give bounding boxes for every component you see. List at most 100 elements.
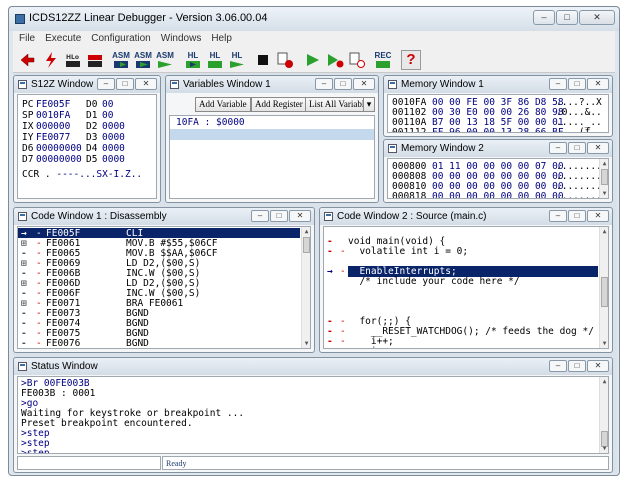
source-row[interactable]: /* include your code here */	[324, 276, 598, 287]
status-titlebar[interactable]: Status Window – □ ✕	[14, 358, 612, 375]
register-value[interactable]: 000000	[36, 121, 70, 132]
register-value[interactable]: 00000000	[36, 154, 82, 165]
scroll-up-icon[interactable]: ▲	[600, 377, 608, 386]
max-button[interactable]: □	[116, 78, 134, 90]
disassembly-row[interactable]: - - FE006B INC.W ($00,S)	[18, 268, 300, 279]
ccr-value[interactable]: ----...SX-I.Z..	[56, 169, 142, 180]
variables-titlebar[interactable]: Variables Window 1 – □ ✕	[166, 76, 378, 93]
scroll-thumb[interactable]	[303, 237, 310, 253]
min-button[interactable]: –	[251, 210, 269, 222]
disassembly-row[interactable]: - - FE0077 SWI	[18, 348, 300, 349]
register-value[interactable]: FE0077	[36, 132, 70, 143]
asm-step-over-icon[interactable]: ASM	[133, 50, 153, 70]
max-button[interactable]: □	[568, 142, 586, 154]
scroll-thumb[interactable]	[601, 169, 608, 185]
status-window[interactable]: Status Window – □ ✕ >Br 00FE003B FE003B : 0…	[13, 357, 613, 473]
hl-step-icon[interactable]: HL	[183, 50, 203, 70]
code1-scrollbar[interactable]: ▲ ▼	[301, 227, 310, 348]
close-button[interactable]: ✕	[587, 210, 609, 222]
halt-icon[interactable]: HLo	[63, 50, 83, 70]
run-breakpoint-icon[interactable]	[325, 50, 345, 70]
close-button[interactable]: ✕	[587, 142, 609, 154]
stop-square-icon[interactable]	[253, 50, 273, 70]
code1-titlebar[interactable]: Code Window 1 : Disassembly – □ ✕	[14, 208, 314, 225]
minimize-button[interactable]: –	[533, 10, 555, 25]
memory2-scrollbar[interactable]: ▲ ▼	[599, 159, 608, 198]
min-button[interactable]: –	[549, 142, 567, 154]
source-row[interactable]: - - i++;	[324, 336, 598, 347]
memory1-titlebar[interactable]: Memory Window 1 – □ ✕	[384, 76, 612, 93]
source-row[interactable]: → - EnableInterrupts;	[324, 266, 598, 277]
asm-step-icon[interactable]: ASM	[111, 50, 131, 70]
register-value[interactable]: 0000	[102, 143, 125, 154]
source-row[interactable]	[324, 296, 598, 306]
close-button[interactable]: ✕	[579, 10, 615, 25]
reset-lightning-icon[interactable]	[41, 50, 61, 70]
scroll-down-icon[interactable]: ▼	[600, 444, 608, 453]
go-to-cursor-icon[interactable]	[303, 50, 323, 70]
register-value[interactable]: 0000	[102, 121, 125, 132]
menu-configuration[interactable]: Configuration	[91, 31, 150, 47]
scroll-thumb[interactable]	[601, 277, 608, 307]
back-arrow-icon[interactable]	[17, 50, 37, 70]
variable-row[interactable]: 10FA : $0000	[176, 117, 245, 128]
disassembly-row[interactable]: ⊞ - FE006D LD D2,($00,S)	[18, 278, 300, 289]
register-value[interactable]: 00	[102, 99, 113, 110]
disassembly-row[interactable]: - - FE0074 BGND	[18, 318, 300, 329]
close-button[interactable]: ✕	[289, 210, 311, 222]
max-button[interactable]: □	[334, 78, 352, 90]
min-button[interactable]: –	[315, 78, 333, 90]
memory-window-1[interactable]: Memory Window 1 – □ ✕ 0010FA 00 00 FE 00 3F…	[383, 75, 613, 137]
disassembly-row[interactable]: → - FE005F CLI	[18, 228, 300, 239]
close-button[interactable]: ✕	[587, 78, 609, 90]
add-register-button[interactable]: Add Register	[251, 97, 307, 112]
memory-bytes[interactable]: 00 00 00 00 00 00 00 00	[432, 191, 564, 198]
register-value[interactable]: 0010FA	[36, 110, 70, 121]
close-button[interactable]: ✕	[587, 360, 609, 372]
disassembly-row[interactable]: - - FE0076 BGND	[18, 338, 300, 348]
menu-file[interactable]: File	[19, 31, 35, 47]
menu-help[interactable]: Help	[211, 31, 232, 47]
dropdown-arrow-icon[interactable]: ▾	[363, 97, 375, 112]
disassembly-row[interactable]: ⊞ - FE0069 LD D2,($00,S)	[18, 258, 300, 269]
breakpoint-marker[interactable]: -	[36, 348, 42, 349]
disassembly-row[interactable]: ⊞ - FE0061 MOV.B #$55,$06CF	[18, 238, 300, 249]
disassembly-row[interactable]: - - FE0065 MOV.B $$AA,$06CF	[18, 248, 300, 259]
disassembly-row[interactable]: - - FE0075 BGND	[18, 328, 300, 339]
memory2-titlebar[interactable]: Memory Window 2 – □ ✕	[384, 140, 612, 157]
source-row[interactable]: -- for(;;) {	[324, 316, 598, 327]
stop-icon[interactable]	[85, 50, 105, 70]
code2-titlebar[interactable]: Code Window 2 : Source (main.c) – □ ✕	[320, 208, 612, 225]
disassembly-row[interactable]: - - FE006F INC.W ($00,S)	[18, 288, 300, 299]
source-row[interactable]: - void main(void) {	[324, 236, 598, 247]
hl-run-icon[interactable]: HL	[227, 50, 247, 70]
menu-execute[interactable]: Execute	[45, 31, 81, 47]
close-button[interactable]: ✕	[135, 78, 157, 90]
code-window-1[interactable]: Code Window 1 : Disassembly – □ ✕ → - FE005F…	[13, 207, 315, 353]
register-value[interactable]: FE005F	[36, 99, 70, 110]
source-row[interactable]	[324, 306, 598, 316]
maximize-button[interactable]: □	[556, 10, 578, 25]
scroll-down-icon[interactable]: ▼	[302, 339, 310, 348]
close-button[interactable]: ✕	[353, 78, 375, 90]
breakpoint-marker[interactable]: -	[340, 346, 346, 348]
min-button[interactable]: –	[549, 360, 567, 372]
source-row[interactable]: -- volatile int i = 0;	[324, 246, 598, 257]
app-titlebar[interactable]: ICDS12ZZ Linear Debugger - Version 3.06.…	[9, 7, 619, 31]
max-button[interactable]: □	[568, 210, 586, 222]
scroll-up-icon[interactable]: ▲	[600, 227, 608, 236]
scroll-up-icon[interactable]: ▲	[600, 159, 608, 168]
min-button[interactable]: –	[549, 78, 567, 90]
register-value[interactable]: 00000000	[36, 143, 82, 154]
register-value[interactable]: 0000	[102, 132, 125, 143]
s12z-titlebar[interactable]: S12Z Window – □ ✕	[14, 76, 160, 93]
help-icon[interactable]: ?	[401, 50, 421, 70]
source-row[interactable]	[324, 286, 598, 296]
variable-edit-row[interactable]	[170, 129, 374, 140]
status-scrollbar[interactable]: ▲ ▼	[599, 377, 608, 453]
code2-scrollbar[interactable]: ▲ ▼	[599, 227, 608, 348]
source-row[interactable]	[324, 256, 598, 266]
breakpoint-icon[interactable]	[275, 50, 295, 70]
record-icon[interactable]: REC	[373, 50, 393, 70]
scroll-down-icon[interactable]: ▼	[600, 339, 608, 348]
